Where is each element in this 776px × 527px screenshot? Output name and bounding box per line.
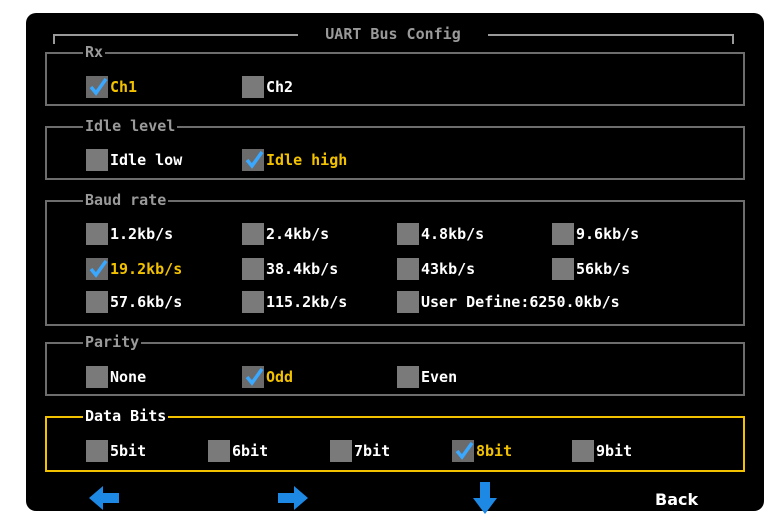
rx-option-ch1[interactable]: Ch1 [86,74,137,100]
rx-option-ch2[interactable]: Ch2 [242,74,293,100]
idle-option-low[interactable]: Idle low [86,147,182,173]
checkbox[interactable] [242,258,264,280]
title-rule-right [488,34,734,36]
option-label: 9.6kb/s [576,225,640,243]
checkbox[interactable] [397,291,419,313]
idle-level-legend: Idle level [83,117,178,135]
baud-option-1[interactable]: 1.2kb/s [86,221,173,247]
title-bracket-right [732,34,734,44]
baud-option-10[interactable]: 115.2kb/s [242,289,347,315]
option-label: 6bit [232,442,269,460]
checkbox[interactable] [86,366,108,388]
checkbox-checked[interactable] [452,440,474,462]
option-label: Even [421,368,458,386]
checkbox[interactable] [86,223,108,245]
option-label: Odd [266,368,294,386]
baud-option-user-define[interactable]: User Define:6250.0kb/s [397,289,620,315]
baud-option-6[interactable]: 38.4kb/s [242,256,338,282]
option-label: 43kb/s [421,260,476,278]
checkbox-checked[interactable] [242,149,264,171]
checkbox[interactable] [242,76,264,98]
option-label: 56kb/s [576,260,631,278]
databits-option-5[interactable]: 5bit [86,438,146,464]
checkbox[interactable] [397,223,419,245]
option-label: 2.4kb/s [266,225,330,243]
rx-legend: Rx [83,43,106,61]
databits-option-6[interactable]: 6bit [208,438,268,464]
checkbox[interactable] [552,223,574,245]
checkbox-checked[interactable] [86,258,108,280]
option-label: 4.8kb/s [421,225,485,243]
baud-rate-legend: Baud rate [83,191,169,209]
baud-option-2[interactable]: 2.4kb/s [242,221,329,247]
baud-option-9[interactable]: 57.6kb/s [86,289,182,315]
baud-option-7[interactable]: 43kb/s [397,256,475,282]
option-label: 38.4kb/s [266,260,339,278]
parity-option-odd[interactable]: Odd [242,364,293,390]
screen: UART Bus Config Rx Ch1 Ch2 Idle level Id… [0,0,776,527]
data-bits-legend: Data Bits [83,407,169,425]
checkbox[interactable] [330,440,352,462]
title-rule-left [53,34,298,36]
checkbox[interactable] [397,366,419,388]
option-label: 5bit [110,442,147,460]
option-label: 19.2kb/s [110,260,183,278]
arrow-down-icon[interactable] [470,480,500,516]
baud-option-4[interactable]: 9.6kb/s [552,221,639,247]
baud-option-8[interactable]: 56kb/s [552,256,630,282]
checkbox-checked[interactable] [86,76,108,98]
parity-group: Parity [45,333,745,396]
baud-option-5[interactable]: 19.2kb/s [86,256,182,282]
databits-option-9[interactable]: 9bit [572,438,632,464]
option-label: Idle low [110,151,183,169]
checkbox[interactable] [552,258,574,280]
baud-option-3[interactable]: 4.8kb/s [397,221,484,247]
data-bits-group: Data Bits [45,407,745,472]
option-label: Ch1 [110,78,138,96]
option-label: Idle high [266,151,348,169]
option-label: 9bit [596,442,633,460]
arrow-left-icon[interactable] [87,482,121,514]
option-label: 7bit [354,442,391,460]
checkbox[interactable] [86,440,108,462]
option-label: 57.6kb/s [110,293,183,311]
checkbox[interactable] [86,291,108,313]
parity-legend: Parity [83,333,142,351]
page-title: UART Bus Config [298,24,488,44]
parity-option-none[interactable]: None [86,364,146,390]
option-label: None [110,368,147,386]
option-label: 1.2kb/s [110,225,174,243]
checkbox[interactable] [397,258,419,280]
rx-group: Rx [45,43,745,106]
option-label: User Define:6250.0kb/s [421,293,620,311]
checkbox[interactable] [208,440,230,462]
option-label: 115.2kb/s [266,293,348,311]
checkbox[interactable] [86,149,108,171]
checkbox-checked[interactable] [242,366,264,388]
option-label: Ch2 [266,78,294,96]
back-button[interactable]: Back [655,490,698,509]
parity-option-even[interactable]: Even [397,364,457,390]
databits-option-7[interactable]: 7bit [330,438,390,464]
checkbox[interactable] [242,223,264,245]
checkbox[interactable] [572,440,594,462]
arrow-right-icon[interactable] [276,482,310,514]
checkbox[interactable] [242,291,264,313]
idle-option-high[interactable]: Idle high [242,147,347,173]
option-label: 8bit [476,442,513,460]
databits-option-8[interactable]: 8bit [452,438,512,464]
